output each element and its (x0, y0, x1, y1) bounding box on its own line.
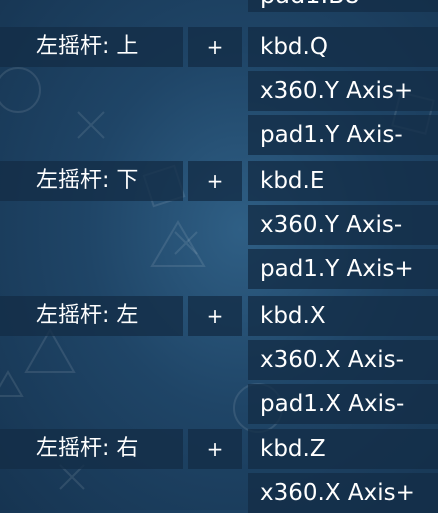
binding-cell[interactable]: x360.X Axis+ (248, 473, 438, 513)
binding-cell[interactable]: x360.Y Axis+ (248, 71, 438, 111)
binding-cell[interactable]: pad1.Y Axis- (248, 115, 438, 155)
binding-cell-partial[interactable]: pad1.B8 (248, 0, 438, 12)
action-label-left-stick-left: 左摇杆: 左 (0, 296, 183, 336)
binding-cell[interactable]: kbd.X (248, 296, 438, 336)
binding-group-left-stick-up: 左摇杆: 上 + kbd.Q x360.Y Axis+ pad1.Y Axis- (0, 27, 438, 155)
binding-cell[interactable]: pad1.X Axis- (248, 384, 438, 424)
binding-cell[interactable]: kbd.Q (248, 27, 438, 67)
binding-group-left-stick-right: 左摇杆: 右 + kbd.Z x360.X Axis+ (0, 429, 438, 513)
binding-cell[interactable]: kbd.E (248, 161, 438, 201)
binding-cell[interactable]: x360.Y Axis- (248, 205, 438, 245)
action-label-left-stick-right: 左摇杆: 右 (0, 429, 183, 469)
binding-group-left-stick-left: 左摇杆: 左 + kbd.X x360.X Axis- pad1.X Axis- (0, 296, 438, 424)
add-binding-button[interactable]: + (188, 161, 242, 201)
action-label-left-stick-down: 左摇杆: 下 (0, 161, 183, 201)
add-binding-button[interactable]: + (188, 429, 242, 469)
action-label-left-stick-up: 左摇杆: 上 (0, 27, 183, 67)
binding-cell[interactable]: x360.X Axis- (248, 340, 438, 380)
binding-group-left-stick-down: 左摇杆: 下 + kbd.E x360.Y Axis- pad1.Y Axis+ (0, 161, 438, 289)
add-binding-button[interactable]: + (188, 296, 242, 336)
binding-cell[interactable]: kbd.Z (248, 429, 438, 469)
add-binding-button[interactable]: + (188, 27, 242, 67)
binding-cell[interactable]: pad1.Y Axis+ (248, 249, 438, 289)
